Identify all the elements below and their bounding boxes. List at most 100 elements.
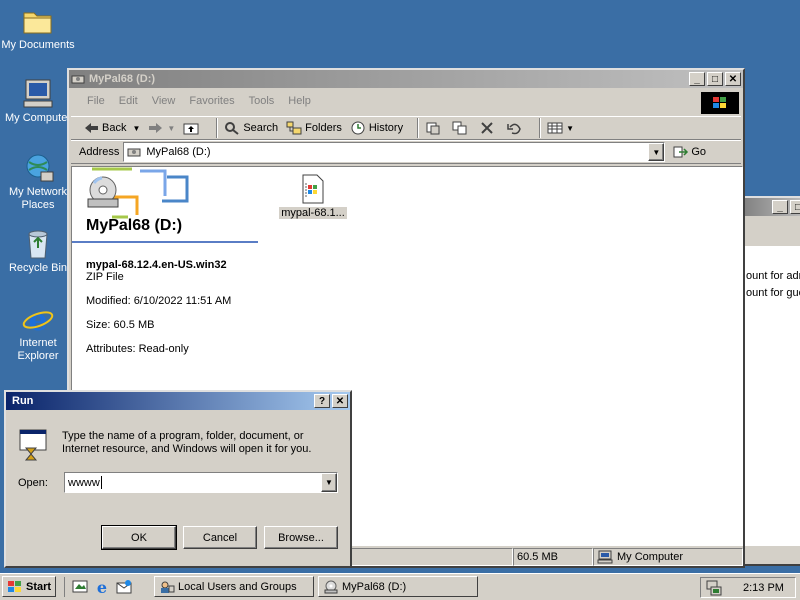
menu-view[interactable]: View — [152, 95, 176, 107]
delete-button[interactable] — [479, 121, 498, 135]
address-input[interactable]: MyPal68 (D:) ▼ — [123, 142, 666, 162]
desktop-icon-label: My Documents — [1, 39, 75, 51]
maximize-button[interactable]: □ — [790, 200, 800, 214]
desktop-icon-label: Internet Explorer — [17, 337, 59, 362]
task-label: Local Users and Groups — [178, 580, 297, 593]
open-dropdown-button[interactable]: ▼ — [321, 473, 337, 492]
zip-file-icon — [299, 173, 327, 205]
menu-favorites[interactable]: Favorites — [189, 95, 234, 107]
selected-file-attributes: Attributes: Read-only — [86, 343, 189, 355]
run-program-icon — [16, 428, 50, 462]
background-window-text: ount for gue — [746, 287, 800, 299]
go-arrow-icon — [673, 145, 689, 159]
selected-file-name: mypal-68.12.4.en-US.win32 — [86, 259, 227, 271]
status-zone-label: My Computer — [617, 551, 684, 563]
views-icon — [547, 121, 563, 135]
back-button[interactable]: Back ▼ — [83, 121, 140, 135]
svg-text:e: e — [97, 579, 107, 595]
address-dropdown-button[interactable]: ▼ — [648, 143, 665, 161]
browse-button[interactable]: Browse... — [264, 526, 338, 549]
text-cursor — [100, 476, 102, 489]
run-description: Type the name of a program, folder, docu… — [62, 430, 312, 455]
run-titlebar[interactable]: Run ? ✕ — [6, 392, 350, 410]
help-button[interactable]: ? — [314, 394, 330, 408]
desktop-icon-label: My Network Places — [8, 186, 68, 211]
folders-label: Folders — [305, 122, 342, 134]
views-button[interactable]: ▼ — [547, 121, 574, 135]
up-folder-icon — [183, 121, 199, 135]
chevron-down-icon[interactable]: ▼ — [167, 124, 175, 133]
maximize-button[interactable]: □ — [707, 72, 723, 86]
close-button[interactable]: ✕ — [725, 72, 741, 86]
outlook-express-icon[interactable] — [115, 579, 133, 595]
internet-explorer-icon: e — [21, 303, 55, 338]
chevron-down-icon[interactable]: ▼ — [132, 124, 140, 133]
up-folder-button[interactable] — [183, 121, 202, 135]
window-title: MyPal68 (D:) — [89, 73, 156, 85]
menu-file[interactable]: File — [87, 95, 105, 107]
windows-logo-icon — [701, 92, 739, 114]
desktop-icon-my-network-places[interactable]: My Network Places — [0, 152, 76, 212]
search-icon — [224, 121, 240, 135]
desktop-icon-my-computer[interactable]: My Computer — [0, 78, 76, 125]
background-window: _ □ ount for adr ount for gue — [740, 196, 800, 566]
minimize-button[interactable]: _ — [772, 200, 788, 214]
desktop-icon-my-documents[interactable]: My Documents — [0, 5, 76, 52]
toolbar-separator — [417, 118, 420, 138]
task-label: MyPal68 (D:) — [342, 580, 407, 593]
back-label: Back — [102, 122, 127, 134]
menu-bar: File Edit View Favorites Tools Help — [71, 90, 741, 112]
desktop-icon-internet-explorer[interactable]: e Internet Explorer — [0, 303, 76, 363]
ok-button[interactable]: OK — [101, 525, 177, 550]
clock[interactable]: 2:13 PM — [743, 582, 784, 594]
undo-button[interactable] — [506, 121, 525, 135]
network-icon — [21, 152, 55, 184]
copy-to-icon — [452, 121, 468, 135]
forward-button[interactable]: ▼ — [148, 121, 175, 135]
network-tray-icon[interactable] — [705, 580, 723, 596]
task-mypal68-d[interactable]: MyPal68 (D:) — [318, 576, 478, 597]
copy-to-button[interactable] — [452, 121, 471, 135]
history-icon — [350, 121, 366, 135]
delete-icon — [479, 121, 495, 135]
internet-explorer-icon[interactable]: e — [93, 578, 111, 597]
forward-arrow-icon — [148, 121, 164, 135]
task-local-users-and-groups[interactable]: Local Users and Groups — [154, 576, 314, 597]
minimize-button[interactable]: _ — [689, 72, 705, 86]
open-label: Open: — [18, 477, 48, 489]
run-dialog: Run ? ✕ Type the name of a program, fold… — [4, 390, 352, 568]
menu-edit[interactable]: Edit — [119, 95, 138, 107]
drive-title: MyPal68 (D:) — [86, 217, 183, 234]
system-tray: 2:13 PM — [700, 577, 796, 598]
chevron-down-icon[interactable]: ▼ — [566, 124, 574, 133]
start-button[interactable]: Start — [2, 576, 56, 597]
drive-icon — [71, 73, 85, 85]
search-button[interactable]: Search — [224, 121, 278, 135]
close-button[interactable]: ✕ — [332, 394, 348, 408]
file-item[interactable]: mypal-68.1... — [276, 173, 350, 219]
undo-icon — [506, 121, 522, 135]
address-label: Address — [79, 146, 120, 158]
start-label: Start — [26, 580, 52, 593]
open-input-value: wwww — [68, 476, 100, 489]
move-to-icon — [425, 121, 441, 135]
folders-button[interactable]: Folders — [286, 121, 342, 135]
menu-tools[interactable]: Tools — [249, 95, 275, 107]
search-label: Search — [243, 122, 279, 134]
history-label: History — [368, 122, 404, 134]
open-input[interactable]: wwww ▼ — [64, 472, 338, 493]
cancel-button[interactable]: Cancel — [183, 526, 257, 549]
folder-icon — [21, 5, 55, 37]
desktop-icon-recycle-bin[interactable]: Recycle Bin — [0, 228, 76, 275]
background-window-titlebar: _ □ — [742, 198, 800, 216]
go-button[interactable]: Go — [673, 145, 706, 159]
address-bar: Address MyPal68 (D:) ▼ Go — [71, 140, 741, 164]
drive-icon — [127, 146, 143, 158]
show-desktop-icon[interactable] — [71, 579, 89, 595]
history-button[interactable]: History — [350, 121, 403, 135]
status-pane-size: 60.5 MB — [513, 548, 593, 566]
menu-help[interactable]: Help — [288, 95, 311, 107]
desktop-icon-label: My Computer — [4, 112, 72, 124]
move-to-button[interactable] — [425, 121, 444, 135]
explorer-titlebar[interactable]: MyPal68 (D:) _ □ ✕ — [69, 70, 743, 88]
